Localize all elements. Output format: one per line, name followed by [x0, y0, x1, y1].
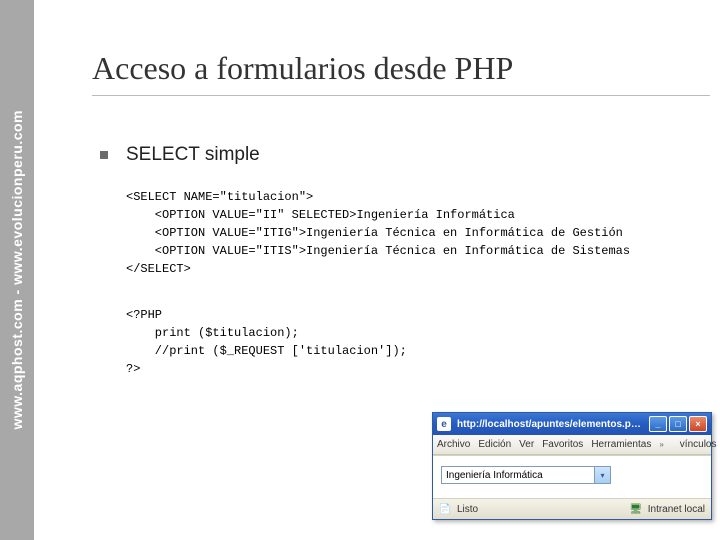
- maximize-button[interactable]: □: [669, 416, 687, 432]
- menu-herramientas[interactable]: Herramientas: [591, 439, 651, 450]
- menu-favoritos[interactable]: Favoritos: [542, 439, 583, 450]
- status-text: Listo: [457, 504, 478, 515]
- square-bullet-icon: [100, 151, 108, 159]
- sidebar: www.aqphost.com - www.evolucionperu.com: [0, 0, 34, 540]
- close-button[interactable]: ×: [689, 416, 707, 432]
- titulacion-select[interactable]: Ingeniería Informática ▾: [441, 466, 611, 484]
- select-value: Ingeniería Informática: [446, 470, 543, 481]
- menu-edicion[interactable]: Edición: [478, 439, 511, 450]
- statusbar: 📄 Listo 🖥 Intranet local: [433, 499, 711, 519]
- done-icon: 📄: [439, 503, 451, 515]
- browser-window: e http://localhost/apuntes/elementos.php…: [432, 412, 712, 520]
- ie-icon: e: [437, 417, 451, 431]
- menu-vinculos[interactable]: vínculos: [680, 439, 717, 450]
- chevron-down-icon[interactable]: ▾: [594, 467, 610, 483]
- menubar: Archivo Edición Ver Favoritos Herramient…: [433, 435, 711, 455]
- code-block-html: <SELECT NAME="titulacion"> <OPTION VALUE…: [126, 188, 710, 278]
- titlebar: e http://localhost/apuntes/elementos.php…: [433, 413, 711, 435]
- minimize-button[interactable]: _: [649, 416, 667, 432]
- code-block-php: <?PHP print ($titulacion); //print ($_RE…: [126, 306, 710, 378]
- menu-ver[interactable]: Ver: [519, 439, 534, 450]
- page-viewport: Ingeniería Informática ▾: [433, 455, 711, 499]
- sidebar-url-text: www.aqphost.com - www.evolucionperu.com: [9, 110, 25, 430]
- bullet-row: SELECT simple: [100, 144, 710, 166]
- menu-archivo[interactable]: Archivo: [437, 439, 470, 450]
- zone-text: Intranet local: [648, 504, 705, 515]
- zone-icon: 🖥: [630, 503, 642, 515]
- bullet-label: SELECT simple: [126, 144, 260, 166]
- titlebar-text: http://localhost/apuntes/elementos.php -…: [457, 419, 647, 430]
- slide-title: Acceso a formularios desde PHP: [92, 50, 710, 96]
- menu-overflow-icon[interactable]: »: [659, 440, 663, 449]
